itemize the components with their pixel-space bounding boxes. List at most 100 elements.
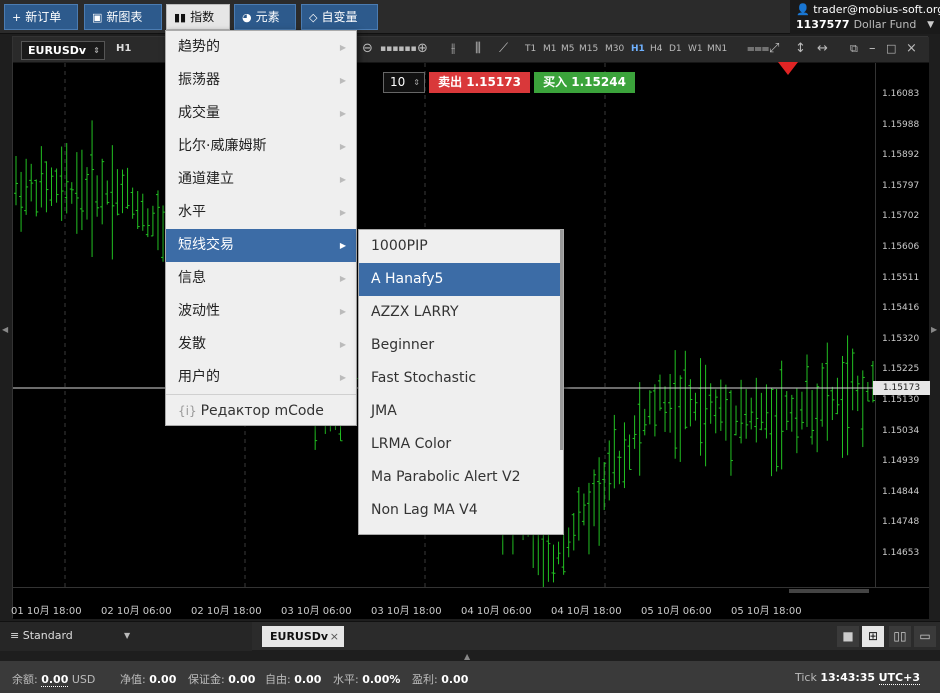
timeframe-m5[interactable]: M5: [561, 44, 575, 54]
chart-tab[interactable]: EURUSDv ×: [262, 626, 344, 647]
price-bar: [586, 482, 591, 555]
menu-item-trend[interactable]: 趋势的 ▶: [166, 31, 356, 64]
line-chart-type-icon[interactable]: ⟋: [499, 41, 508, 57]
zoom-out-icon[interactable]: ⊖: [362, 41, 373, 57]
submenu-item[interactable]: A Hanafy5: [359, 263, 560, 296]
price-bar: [69, 182, 74, 204]
menu-item-scalping[interactable]: 短线交易 ▶: [166, 229, 356, 262]
elements-button[interactable]: ◕ 元素: [234, 4, 296, 30]
submenu-item[interactable]: Fast Stochastic: [359, 362, 560, 395]
price-bar: [145, 208, 150, 238]
sell-button[interactable]: 卖出 1.15173: [429, 72, 530, 93]
price-bar: [34, 179, 39, 217]
price-bar: [774, 389, 779, 472]
candle-chart-type-icon[interactable]: ⫼: [475, 41, 481, 57]
horizontal-scrollbar[interactable]: [789, 589, 869, 593]
price-bar: [622, 422, 627, 489]
menu-item-mcode-editor[interactable]: {i} Редактор mCode: [166, 394, 356, 427]
menu-item-custom[interactable]: 用户的 ▶: [166, 361, 356, 394]
price-bar: [571, 512, 576, 551]
submenu-item[interactable]: Beginner: [359, 329, 560, 362]
price-bar: [693, 392, 698, 421]
margin-field: 保证金: 0.00: [188, 673, 256, 686]
time-tick-label: 01 10月 18:00: [11, 606, 82, 617]
collapse-left-arrow-icon[interactable]: ◀: [2, 325, 8, 334]
zoom-in-icon[interactable]: ⊕: [417, 41, 428, 57]
close-icon[interactable]: ×: [330, 626, 339, 647]
menu-item-info[interactable]: 信息 ▶: [166, 262, 356, 295]
shapes-icon: ◕: [242, 11, 252, 24]
price-bar: [663, 386, 668, 432]
minimize-icon[interactable]: –: [869, 41, 876, 57]
price-bar: [29, 163, 34, 202]
price-bar: [652, 384, 657, 437]
maximize-icon[interactable]: □: [886, 41, 896, 57]
horizontal-scale-icon[interactable]: ↔: [817, 41, 828, 57]
timeframe-mn1[interactable]: MN1: [707, 44, 727, 54]
submenu-arrow-icon: ▶: [339, 340, 346, 349]
chevron-down-icon: ▼: [124, 631, 131, 640]
submenu-item[interactable]: JMA: [359, 395, 560, 428]
submenu-item[interactable]: 1000PIP: [359, 230, 560, 263]
bar-chart-type-icon[interactable]: ⫲: [451, 41, 455, 57]
close-icon[interactable]: ×: [906, 41, 917, 57]
menu-item-bill-williams[interactable]: 比尔·威廉姆斯 ▶: [166, 130, 356, 163]
new-order-button[interactable]: + 新订单: [4, 4, 78, 30]
submenu-item[interactable]: AZZX LARRY: [359, 296, 560, 329]
price-bar: [54, 168, 59, 203]
account-info[interactable]: 👤 trader@mobius-soft.org 1137577 Dollar F…: [790, 0, 940, 34]
timeframe-h4[interactable]: H4: [650, 44, 663, 54]
submenu-item[interactable]: Ma Parabolic Alert V2: [359, 461, 560, 494]
status-bar: 余额: 0.00 USD 净值: 0.00 保证金: 0.00 自由: 0.00…: [0, 661, 940, 693]
menu-item-volatility[interactable]: 波动性 ▶: [166, 295, 356, 328]
menu-item-divergence[interactable]: 发散 ▶: [166, 328, 356, 361]
price-tick-label: 1.14939: [882, 456, 920, 467]
menu-item-oscillators[interactable]: 振荡器 ▶: [166, 64, 356, 97]
server-time: Tick 13:43:35 UTC+3: [795, 671, 920, 685]
price-bar: [708, 383, 713, 424]
timeframe-w1[interactable]: W1: [688, 44, 703, 54]
price-bar: [597, 457, 602, 546]
free-margin-field: 自由: 0.00: [265, 673, 322, 686]
panel-splitter-icon[interactable]: ▲: [464, 652, 470, 661]
menu-item-volumes[interactable]: 成交量 ▶: [166, 97, 356, 130]
menu-item-channels[interactable]: 通道建立 ▶: [166, 163, 356, 196]
price-bar: [688, 379, 693, 427]
price-bar: [39, 146, 44, 208]
timeframe-m30[interactable]: M30: [605, 44, 624, 54]
current-price-label: 1.15173: [873, 381, 930, 395]
timeframe-d1[interactable]: D1: [669, 44, 682, 54]
submenu-scrollbar[interactable]: [560, 230, 563, 450]
grid-layout-icon[interactable]: ⊞: [862, 626, 884, 647]
timeframe-m15[interactable]: M15: [579, 44, 598, 54]
timeframe-t1[interactable]: T1: [525, 44, 536, 54]
price-bar: [637, 382, 642, 476]
new-chart-button[interactable]: ▣ 新图表: [84, 4, 162, 30]
vertical-scale-icon[interactable]: ↕: [795, 41, 806, 57]
submenu-item[interactable]: LRMA Color: [359, 428, 560, 461]
price-tick-label: 1.15892: [882, 150, 920, 161]
menu-item-levels[interactable]: 水平 ▶: [166, 196, 356, 229]
timeframe-m1[interactable]: M1: [543, 44, 557, 54]
submenu-item[interactable]: Non Lag MA V4: [359, 494, 560, 527]
horizontal-layout-icon[interactable]: ▭: [914, 626, 936, 647]
symbol-selector[interactable]: EURUSDv ⇕: [21, 41, 105, 60]
time-tick-label: 03 10月 06:00: [281, 606, 352, 617]
price-bar: [607, 440, 612, 501]
workspace-selector[interactable]: ≡ Standard ▼: [0, 622, 252, 651]
indicators-button[interactable]: ▮▮ 指数: [166, 4, 230, 30]
equity-field: 净值: 0.00: [120, 673, 177, 686]
timeframe-h1[interactable]: H1: [631, 44, 645, 54]
single-layout-icon[interactable]: ■: [837, 626, 859, 647]
sort-icon[interactable]: ⩶: [747, 41, 769, 57]
zoom-slider[interactable]: ▪▪▪▪▪▪: [380, 41, 417, 57]
price-bar: [769, 387, 774, 477]
price-axis[interactable]: 1.16083 1.15988 1.15892 1.15797 1.15702 1.156…: [875, 63, 929, 587]
expand-diagonal-icon[interactable]: ⤢: [769, 41, 779, 57]
vertical-layout-icon[interactable]: ▯▯: [889, 626, 911, 647]
lot-size-input[interactable]: 10 ⇕: [383, 72, 425, 93]
collapse-right-arrow-icon[interactable]: ▶: [931, 325, 937, 334]
buy-button[interactable]: 买入 1.15244: [534, 72, 635, 93]
variables-button[interactable]: ◇ 自变量: [301, 4, 378, 30]
detach-window-icon[interactable]: ⧉: [850, 41, 858, 57]
